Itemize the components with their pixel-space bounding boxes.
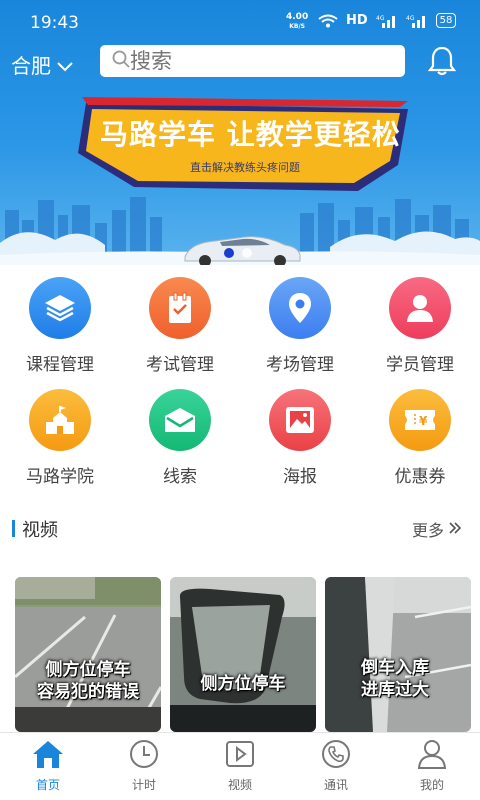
video-caption-line: 进库过大 <box>361 680 429 700</box>
clock-icon <box>128 739 160 773</box>
nav-contacts[interactable]: 通讯 <box>288 733 384 800</box>
more-label: 更多 <box>412 521 445 540</box>
video-caption-line: 倒车入库 <box>361 658 429 678</box>
clipboard-icon <box>149 277 211 339</box>
section-accent-bar <box>12 520 15 537</box>
status-time: 19:43 <box>30 13 79 33</box>
carousel-dot-active[interactable] <box>224 248 234 258</box>
more-link[interactable]: 更多 <box>412 517 462 541</box>
battery-icon: 58 <box>435 13 457 28</box>
network-speed: 4.00 KB/S <box>286 12 308 32</box>
top-bar: 合肥 <box>0 44 480 80</box>
grid-item-poster[interactable]: 海报 <box>240 389 360 501</box>
video-caption: 侧方位停车 <box>170 673 316 695</box>
video-caption: 侧方位停车 容易犯的错误 <box>15 659 161 703</box>
video-card[interactable]: 侧方位停车 <box>170 577 316 732</box>
grid-item-label: 考场管理 <box>266 355 334 375</box>
section-title: 视频 <box>22 520 58 541</box>
chevron-down-icon <box>57 53 73 77</box>
grid-item-leads[interactable]: 线索 <box>120 389 240 501</box>
signal-icon-1: 4G <box>376 14 398 28</box>
grid-item-label: 海报 <box>283 467 317 487</box>
user-icon <box>389 277 451 339</box>
nav-label: 计时 <box>131 778 156 792</box>
person-icon <box>416 739 448 773</box>
network-speed-value: 4.00 <box>286 12 309 22</box>
grid-item-label: 优惠券 <box>394 467 446 487</box>
network-speed-unit: KB/S <box>289 23 305 30</box>
grid-item-label: 马路学院 <box>26 467 94 487</box>
grid-item-malu-academy[interactable]: 马路学院 <box>0 389 120 501</box>
bottom-navigation: 首页 计时 视频 通讯 我的 <box>0 732 480 800</box>
grid-item-label: 学员管理 <box>386 355 454 375</box>
layers-icon <box>29 277 91 339</box>
status-bar: 19:43 4.00 KB/S HD 4G 4G 58 <box>0 0 480 44</box>
nav-label: 我的 <box>419 778 444 792</box>
carousel-indicator[interactable] <box>224 248 252 258</box>
status-icons: HD 4G 4G 58 <box>318 13 457 28</box>
grid-item-venue-management[interactable]: 考场管理 <box>240 277 360 389</box>
location-pin-icon <box>269 277 331 339</box>
feature-grid-row: 马路学院 线索 海报 ¥ 优惠券 <box>0 389 480 501</box>
video-thumbnail <box>15 577 161 732</box>
nav-timer[interactable]: 计时 <box>96 733 192 800</box>
grid-item-coupon[interactable]: ¥ 优惠券 <box>360 389 480 501</box>
search-input[interactable] <box>130 49 380 73</box>
hd-indicator: HD <box>346 13 368 28</box>
banner-subtitle: 直击解决教练头疼问题 <box>190 161 300 174</box>
svg-text:4G: 4G <box>376 15 385 22</box>
image-icon <box>269 389 331 451</box>
video-card[interactable]: 侧方位停车 容易犯的错误 <box>15 577 161 732</box>
city-selector[interactable]: 合肥 <box>11 50 73 79</box>
feature-grid-row: 课程管理 考试管理 考场管理 学员管理 <box>0 277 480 389</box>
hero-header: 19:43 4.00 KB/S HD 4G 4G 58 合肥 搜索 马路学车 让… <box>0 0 480 265</box>
play-icon <box>224 739 256 773</box>
video-caption: 倒车入库 进库过大 <box>345 657 445 701</box>
bell-icon[interactable] <box>427 45 457 81</box>
grid-item-label: 考试管理 <box>146 355 214 375</box>
nav-mine[interactable]: 我的 <box>384 733 480 800</box>
nav-label: 视频 <box>227 778 252 792</box>
home-icon <box>32 739 64 773</box>
video-caption-line: 容易犯的错误 <box>37 682 139 702</box>
svg-text:4G: 4G <box>406 15 415 22</box>
envelope-icon <box>149 389 211 451</box>
nav-label: 首页 <box>35 778 60 792</box>
grid-item-student-management[interactable]: 学员管理 <box>360 277 480 389</box>
app-screen: 19:43 4.00 KB/S HD 4G 4G 58 合肥 搜索 马路学车 让… <box>0 0 480 800</box>
city-label: 合肥 <box>11 54 51 78</box>
school-icon <box>29 389 91 451</box>
coupon-icon: ¥ <box>389 389 451 451</box>
nav-video[interactable]: 视频 <box>192 733 288 800</box>
video-section-header: 视频 更多 <box>0 513 480 545</box>
nav-label: 通讯 <box>323 778 348 792</box>
signal-icon-2: 4G <box>406 14 428 28</box>
grid-item-exam-management[interactable]: 考试管理 <box>120 277 240 389</box>
svg-text:¥: ¥ <box>419 414 428 428</box>
search-box[interactable] <box>100 45 405 77</box>
video-list: 侧方位停车 容易犯的错误 侧方位停车 倒车入库 进库过大 <box>15 577 480 732</box>
grid-item-label: 课程管理 <box>26 355 94 375</box>
grid-item-course-management[interactable]: 课程管理 <box>0 277 120 389</box>
feature-grid: 课程管理 考试管理 考场管理 学员管理 马路学院 线索 海报 ¥ 优惠券 <box>0 277 480 501</box>
carousel-dot[interactable] <box>242 248 252 258</box>
search-icon <box>112 50 130 72</box>
video-card[interactable]: 倒车入库 进库过大 <box>325 577 471 732</box>
nav-home[interactable]: 首页 <box>0 733 96 800</box>
double-chevron-right-icon <box>448 520 462 539</box>
grid-item-label: 线索 <box>163 467 197 487</box>
promo-banner[interactable]: 马路学车 让教学更轻松 直击解决教练头疼问题 <box>78 95 408 195</box>
wifi-icon <box>318 14 338 28</box>
banner-title: 马路学车 让教学更轻松 <box>100 118 401 151</box>
phone-icon <box>320 739 352 773</box>
video-caption-line: 侧方位停车 <box>200 674 286 694</box>
video-thumbnail <box>170 577 316 732</box>
video-thumbnail <box>325 577 471 732</box>
video-caption-line: 侧方位停车 <box>45 660 131 680</box>
